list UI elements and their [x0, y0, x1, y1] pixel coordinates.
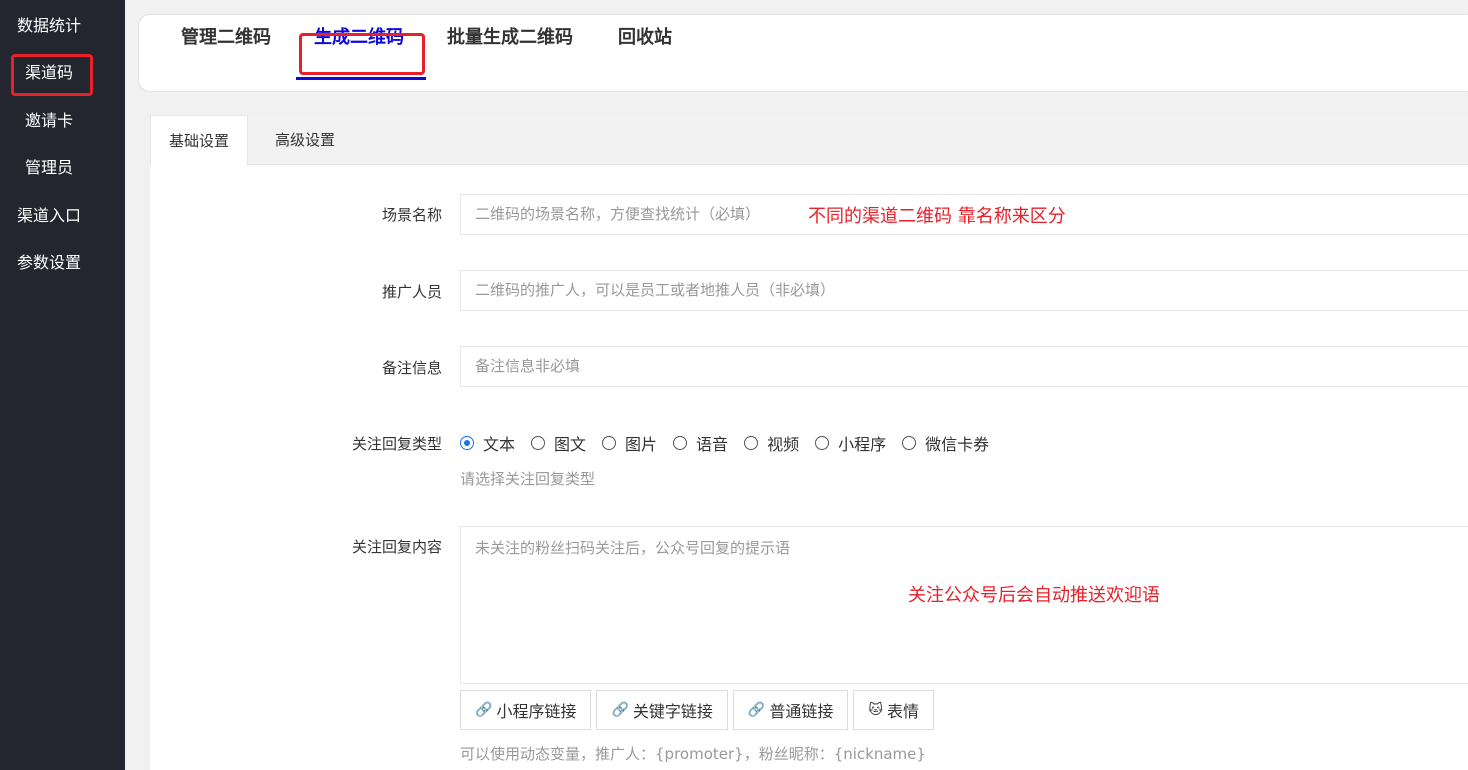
highlight-box-channel-code	[11, 54, 93, 96]
scene-name-label: 场景名称	[262, 204, 442, 225]
active-tab-underline	[296, 77, 426, 80]
reply-content-note: 关注公众号后会自动推送欢迎语	[908, 581, 1160, 607]
mini-program-link-button[interactable]: 🔗小程序链接	[460, 690, 591, 730]
tab-recycle-bin[interactable]: 回收站	[618, 24, 672, 52]
remark-input[interactable]: 备注信息非必填	[460, 346, 1468, 387]
normal-link-button[interactable]: 🔗普通链接	[733, 690, 848, 730]
keyword-link-button[interactable]: 🔗关键字链接	[596, 690, 727, 730]
sub-tabs: 基础设置 高级设置	[150, 115, 1468, 165]
tab-basic-settings[interactable]: 基础设置	[150, 115, 248, 166]
tab-manage-qrcode[interactable]: 管理二维码	[181, 24, 271, 52]
radio-news[interactable]: 图文	[531, 431, 586, 455]
sidebar: 数据统计 渠道码 邀请卡 管理员 渠道入口 参数设置	[0, 0, 125, 770]
reply-type-label: 关注回复类型	[262, 433, 442, 454]
tab-advanced-settings[interactable]: 高级设置	[257, 115, 353, 165]
remark-label: 备注信息	[262, 357, 442, 378]
radio-icon[interactable]	[902, 436, 916, 450]
radio-icon[interactable]	[602, 436, 616, 450]
link-icon: 🔗	[748, 702, 765, 718]
reply-content-label: 关注回复内容	[262, 536, 442, 557]
promoter-input[interactable]: 二维码的推广人，可以是员工或者地推人员（非必填）	[460, 270, 1468, 311]
radio-video[interactable]: 视频	[744, 431, 799, 455]
github-cat-icon: 🐱	[868, 702, 883, 718]
radio-checked-icon[interactable]	[460, 436, 474, 450]
radio-image[interactable]: 图片	[602, 431, 657, 455]
emoji-button[interactable]: 🐱表情	[853, 690, 934, 730]
reply-type-hint: 请选择关注回复类型	[460, 468, 595, 489]
promoter-label: 推广人员	[262, 281, 442, 302]
radio-icon[interactable]	[744, 436, 758, 450]
main-panel: 基础设置 高级设置 场景名称 二维码的场景名称，方便查找统计（必填） 不同的渠道…	[150, 115, 1468, 770]
link-icon: 🔗	[475, 702, 492, 718]
sidebar-item-data-stats[interactable]: 数据统计	[0, 8, 125, 44]
radio-text[interactable]: 文本	[460, 431, 515, 455]
highlight-box-generate-tab	[299, 33, 425, 75]
variables-hint: 可以使用动态变量，推广人：{promoter}，粉丝昵称：{nickname}	[460, 743, 926, 764]
link-icon: 🔗	[611, 702, 628, 718]
radio-icon[interactable]	[531, 436, 545, 450]
radio-wechat-card[interactable]: 微信卡券	[902, 431, 989, 455]
radio-mini-program[interactable]: 小程序	[815, 431, 886, 455]
radio-icon[interactable]	[815, 436, 829, 450]
reply-type-radio-group: 文本 图文 图片 语音 视频 小程序 微信卡券	[460, 431, 1005, 455]
tab-batch-generate[interactable]: 批量生成二维码	[447, 24, 573, 52]
sidebar-item-param-settings[interactable]: 参数设置	[0, 245, 125, 281]
sidebar-item-invite-card[interactable]: 邀请卡	[0, 103, 125, 139]
scene-name-note: 不同的渠道二维码 靠名称来区分	[808, 202, 1066, 228]
sidebar-item-channel-entry[interactable]: 渠道入口	[0, 198, 125, 234]
radio-icon[interactable]	[673, 436, 687, 450]
radio-voice[interactable]: 语音	[673, 431, 728, 455]
sidebar-item-admin[interactable]: 管理员	[0, 150, 125, 186]
insert-button-row: 🔗小程序链接 🔗关键字链接 🔗普通链接 🐱表情	[460, 690, 939, 730]
